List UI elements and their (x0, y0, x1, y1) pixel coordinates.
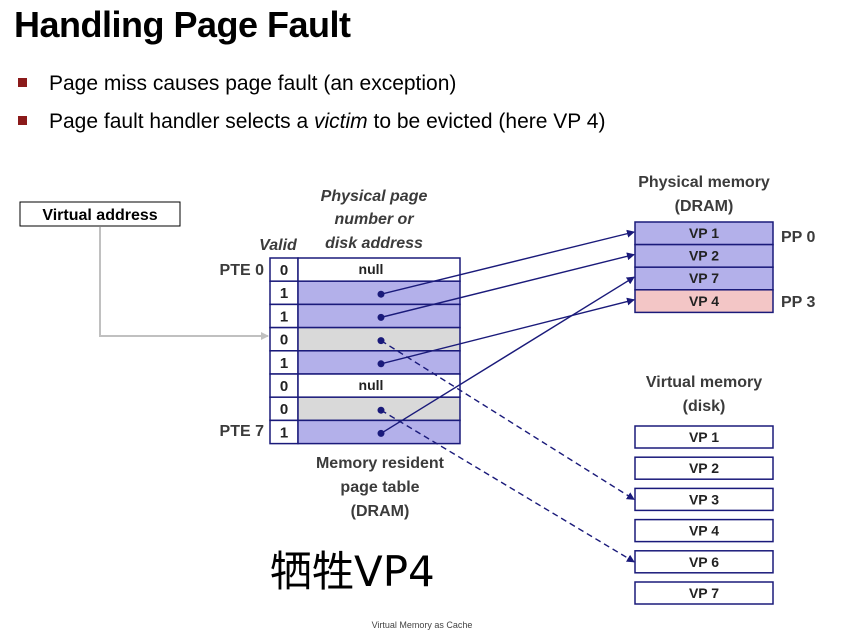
pte-null-text: null (359, 377, 384, 393)
pte-valid-bit: 0 (280, 378, 288, 395)
valid-column-label: Valid (259, 237, 298, 254)
pp-0-label: PP 0 (781, 229, 816, 246)
pte-valid-bit: 1 (280, 308, 288, 325)
pte-7-label: PTE 7 (220, 423, 265, 440)
physical-page-label: VP 7 (689, 270, 719, 286)
virtual-page-label: VP 1 (689, 429, 719, 445)
pp-3-label: PP 3 (781, 294, 816, 311)
pte-valid-bit: 1 (280, 424, 288, 441)
pte-valid-bit: 1 (280, 285, 288, 302)
pte-valid-bit: 1 (280, 355, 288, 372)
pte-valid-bit: 0 (280, 262, 288, 279)
pt-caption-line2: page table (340, 479, 419, 496)
pte-0-label: PTE 0 (220, 262, 265, 279)
physical-page-label: VP 2 (689, 248, 719, 264)
pt-caption-line1: Memory resident (316, 455, 445, 472)
physical-page-label: VP 1 (689, 225, 719, 241)
pte-valid-bit: 0 (280, 401, 288, 418)
pt-header-line3: disk address (325, 235, 423, 252)
virtual-address-label: Virtual address (42, 207, 157, 224)
physical-page-label: VP 4 (689, 293, 719, 309)
virt-mem-title-line2: (disk) (683, 398, 726, 415)
physical-memory: VP 1 VP 2 VP 7 VP 4 (634, 221, 774, 314)
virtual-page-label: VP 4 (689, 523, 719, 539)
virtual-page-label: VP 2 (689, 460, 719, 476)
pte-null-text: null (359, 261, 384, 277)
virtual-memory: VP 1 VP 2 VP 3 VP 4 VP 6 VP 7 (634, 425, 774, 605)
virt-mem-title-line1: Virtual memory (646, 374, 762, 391)
virtual-page-label: VP 6 (689, 554, 719, 570)
victim-annotation: 牺牲VP4 (270, 547, 435, 596)
virtual-page-label: VP 7 (689, 585, 719, 601)
virtual-page-label: VP 3 (689, 491, 719, 507)
phys-mem-title-line1: Physical memory (638, 174, 770, 191)
pt-header-line2: number or (334, 211, 414, 228)
virtual-address-arrow (99, 227, 269, 340)
footer: Virtual Memory as Cache (371, 620, 473, 630)
pt-caption-line3: (DRAM) (351, 503, 410, 520)
pte-valid-bit: 0 (280, 332, 288, 349)
phys-mem-title-line2: (DRAM) (675, 198, 734, 215)
pt-header-line1: Physical page (321, 188, 428, 205)
